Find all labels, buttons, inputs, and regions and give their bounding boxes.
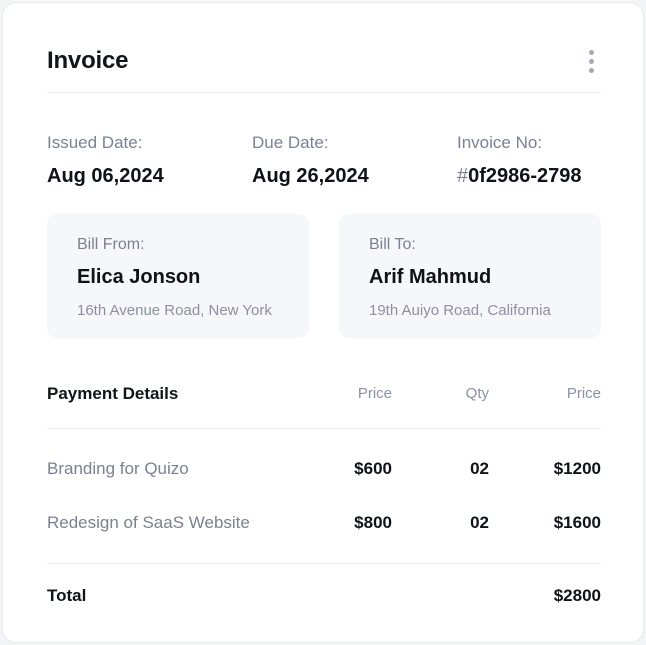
menu-dot xyxy=(588,49,594,55)
invoice-header: Invoice xyxy=(47,41,601,81)
price-column-header: Price xyxy=(357,385,392,402)
row-price: $600 xyxy=(354,459,392,478)
invoice-number-value: #0f2986-2798 xyxy=(457,165,582,188)
row-total: $1200 xyxy=(553,459,601,478)
issued-date-value: Aug 06,2024 xyxy=(47,165,164,187)
total-row: Total $2800 xyxy=(47,582,601,610)
bill-from-address: 16th Avenue Road, New York xyxy=(77,302,272,319)
bill-from-panel: Bill From: Elica Jonson 16th Avenue Road… xyxy=(47,214,309,338)
table-footer-divider xyxy=(47,563,601,564)
bill-to-address: 19th Auiyo Road, California xyxy=(369,302,551,319)
menu-dot xyxy=(588,58,594,64)
total-value: $2800 xyxy=(553,586,601,605)
invoice-number-text: 0f2986-2798 xyxy=(468,165,582,187)
bill-to-panel: Bill To: Arif Mahmud 19th Auiyo Road, Ca… xyxy=(339,214,601,338)
issued-date: Issued Date: Aug 06,2024 xyxy=(47,133,164,188)
invoice-card: Invoice Issued Date: Aug 06,2024 Due Dat… xyxy=(2,2,644,643)
bill-from-name: Elica Jonson xyxy=(77,266,201,288)
table-row: Redesign of SaaS Website $800 02 $1600 xyxy=(47,509,601,537)
more-vertical-icon[interactable] xyxy=(581,47,601,75)
invoice-meta: Issued Date: Aug 06,2024 Due Date: Aug 2… xyxy=(47,133,601,193)
due-date: Due Date: Aug 26,2024 xyxy=(252,133,369,188)
table-header-divider xyxy=(47,428,601,429)
row-qty: 02 xyxy=(470,513,489,532)
payment-table-header: Payment Details Price Qty Price xyxy=(47,380,601,408)
row-description: Branding for Quizo xyxy=(47,459,189,478)
total-column-header: Price xyxy=(566,385,601,402)
row-price: $800 xyxy=(354,513,392,532)
menu-dot xyxy=(588,67,594,73)
total-label: Total xyxy=(47,586,87,605)
table-row: Branding for Quizo $600 02 $1200 xyxy=(47,455,601,483)
due-date-label: Due Date: xyxy=(252,133,329,152)
issued-date-label: Issued Date: xyxy=(47,133,143,152)
header-divider xyxy=(47,92,601,93)
bill-from-label: Bill From: xyxy=(77,236,145,253)
due-date-value: Aug 26,2024 xyxy=(252,165,369,187)
qty-column-header: Qty xyxy=(465,385,489,402)
bill-to-name: Arif Mahmud xyxy=(369,266,492,288)
payment-details-heading: Payment Details xyxy=(47,384,179,403)
row-description: Redesign of SaaS Website xyxy=(47,513,250,532)
row-qty: 02 xyxy=(470,459,489,478)
bill-to-label: Bill To: xyxy=(369,236,416,253)
page-title: Invoice xyxy=(47,47,129,74)
hash-symbol: # xyxy=(457,165,469,187)
invoice-number: Invoice No: #0f2986-2798 xyxy=(457,133,582,188)
row-total: $1600 xyxy=(553,513,601,532)
invoice-number-label: Invoice No: xyxy=(457,133,543,152)
